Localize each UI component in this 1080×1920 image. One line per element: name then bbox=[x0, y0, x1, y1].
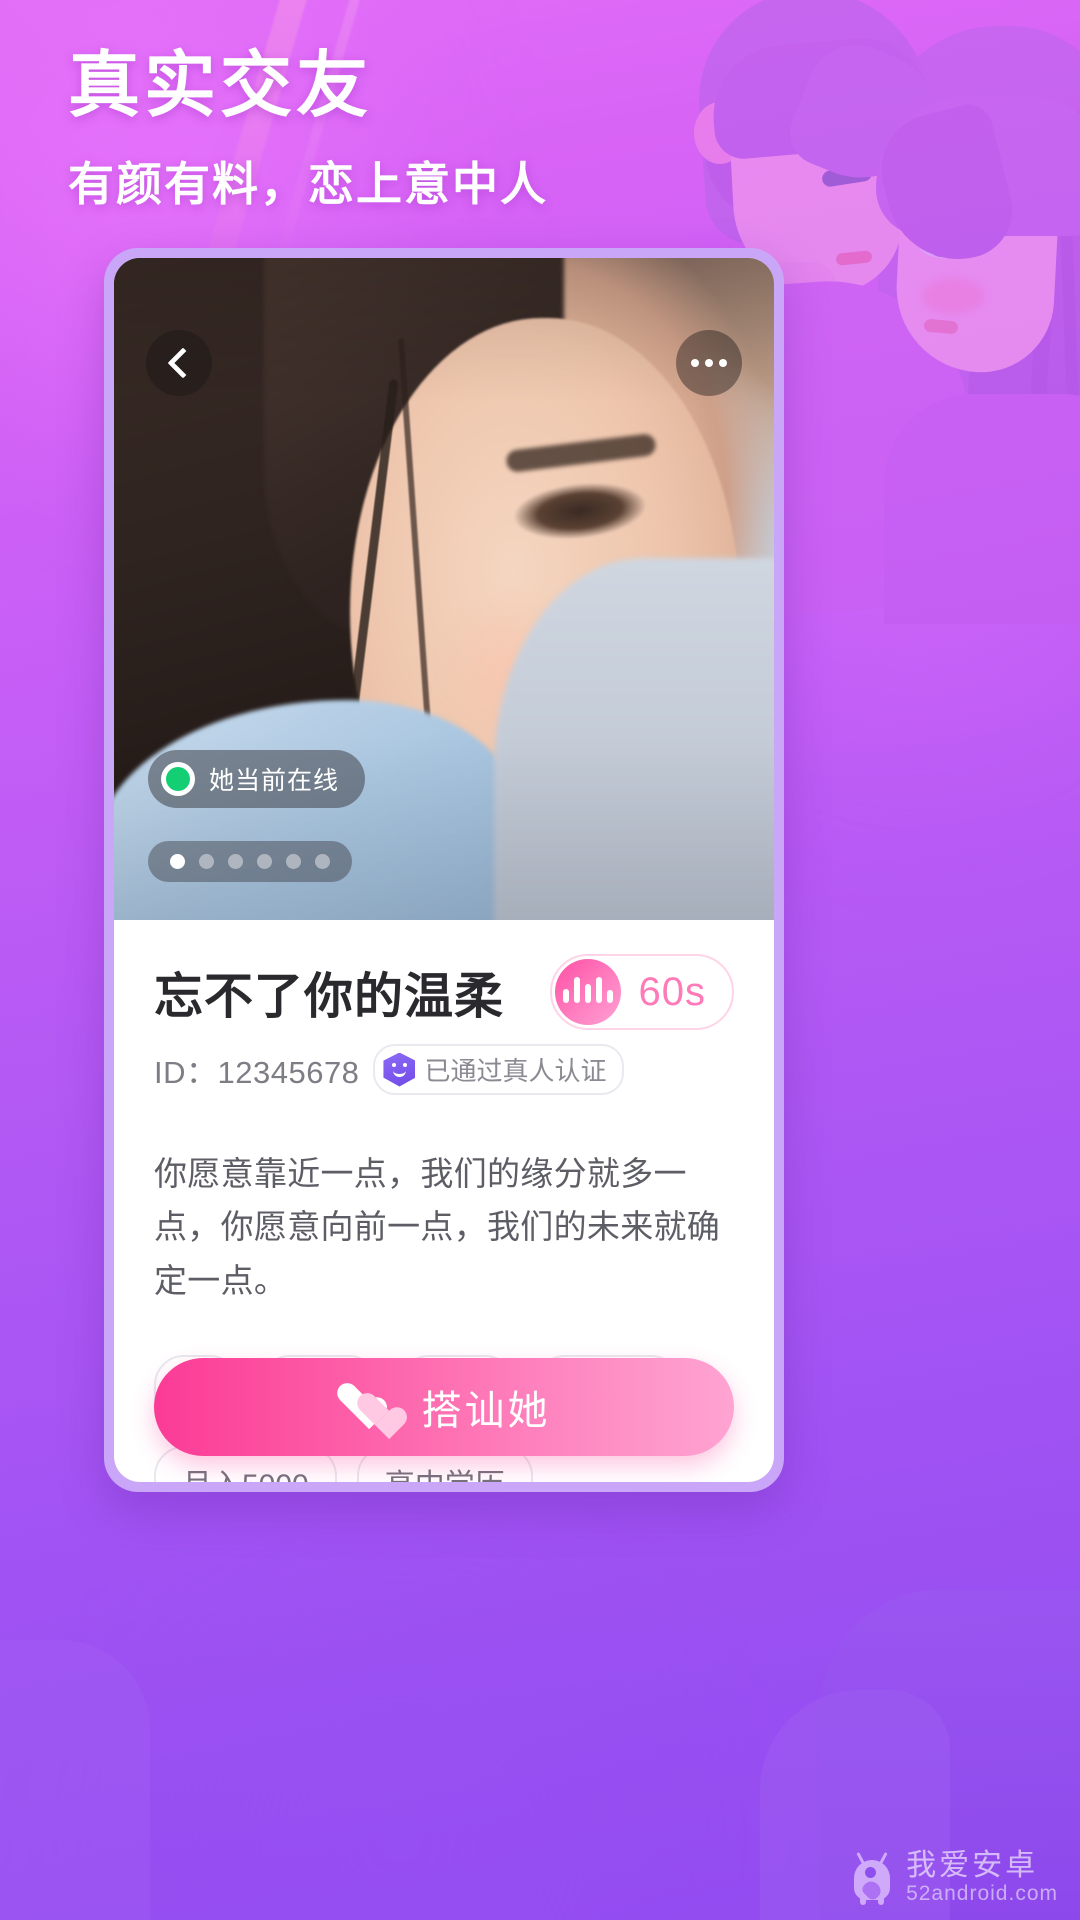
android-robot-icon bbox=[850, 1852, 894, 1906]
more-options-button[interactable] bbox=[676, 330, 742, 396]
profile-meta-row: ID：12345678 已通过真人认证 bbox=[154, 1044, 734, 1095]
watermark-url: 52android.com bbox=[906, 1882, 1058, 1906]
more-horizontal-icon bbox=[691, 359, 727, 367]
promo-title: 真实交友 bbox=[68, 46, 373, 126]
voice-intro-button[interactable]: 60s bbox=[549, 954, 734, 1030]
site-watermark: 我爱安卓 52android.com bbox=[850, 1849, 1058, 1906]
profile-bio: 你愿意靠近一点，我们的缘分就多一点，你愿意向前一点，我们的未来就确定一点。 bbox=[154, 1155, 721, 1299]
waveform-icon bbox=[554, 959, 621, 1025]
promo-headline: 真实交友 有颜有料，恋上意中人 bbox=[68, 46, 548, 214]
flirt-button-label: 搭讪她 bbox=[421, 1389, 551, 1434]
background-shape-left bbox=[0, 1640, 150, 1920]
voice-duration-label: 60s bbox=[638, 969, 706, 1014]
profile-screen: 她当前在线 忘不了你的温柔 60s ID：12345678 已通过真人认证 你愿… bbox=[114, 258, 774, 1482]
online-status-badge: 她当前在线 bbox=[148, 750, 366, 808]
verification-label: 已通过真人认证 bbox=[424, 1056, 607, 1086]
back-button[interactable] bbox=[146, 330, 212, 396]
profile-name: 忘不了你的温柔 bbox=[154, 969, 505, 1024]
verification-badge: 已通过真人认证 bbox=[373, 1044, 625, 1095]
shield-face-icon bbox=[383, 1052, 416, 1087]
photo-pager[interactable] bbox=[148, 841, 352, 882]
profile-id-value: 12345678 bbox=[217, 1055, 360, 1090]
online-status-label: 她当前在线 bbox=[209, 767, 340, 795]
promo-subtitle: 有颜有料，恋上意中人 bbox=[68, 157, 548, 210]
phone-mockup-card: 她当前在线 忘不了你的温柔 60s ID：12345678 已通过真人认证 你愿… bbox=[104, 248, 784, 1492]
profile-id: ID：12345678 bbox=[154, 1047, 359, 1092]
profile-id-label: ID： bbox=[154, 1055, 218, 1090]
online-dot-icon bbox=[161, 762, 195, 796]
watermark-name: 我爱安卓 bbox=[906, 1848, 1039, 1882]
double-heart-icon bbox=[338, 1382, 400, 1432]
profile-photo[interactable]: 她当前在线 bbox=[114, 258, 774, 920]
chevron-left-icon bbox=[166, 347, 199, 379]
profile-info: 忘不了你的温柔 60s ID：12345678 已通过真人认证 你愿意靠近一点，… bbox=[114, 920, 774, 1482]
flirt-button[interactable]: 搭讪她 bbox=[154, 1358, 734, 1457]
profile-title-row: 忘不了你的温柔 60s bbox=[154, 954, 734, 1030]
